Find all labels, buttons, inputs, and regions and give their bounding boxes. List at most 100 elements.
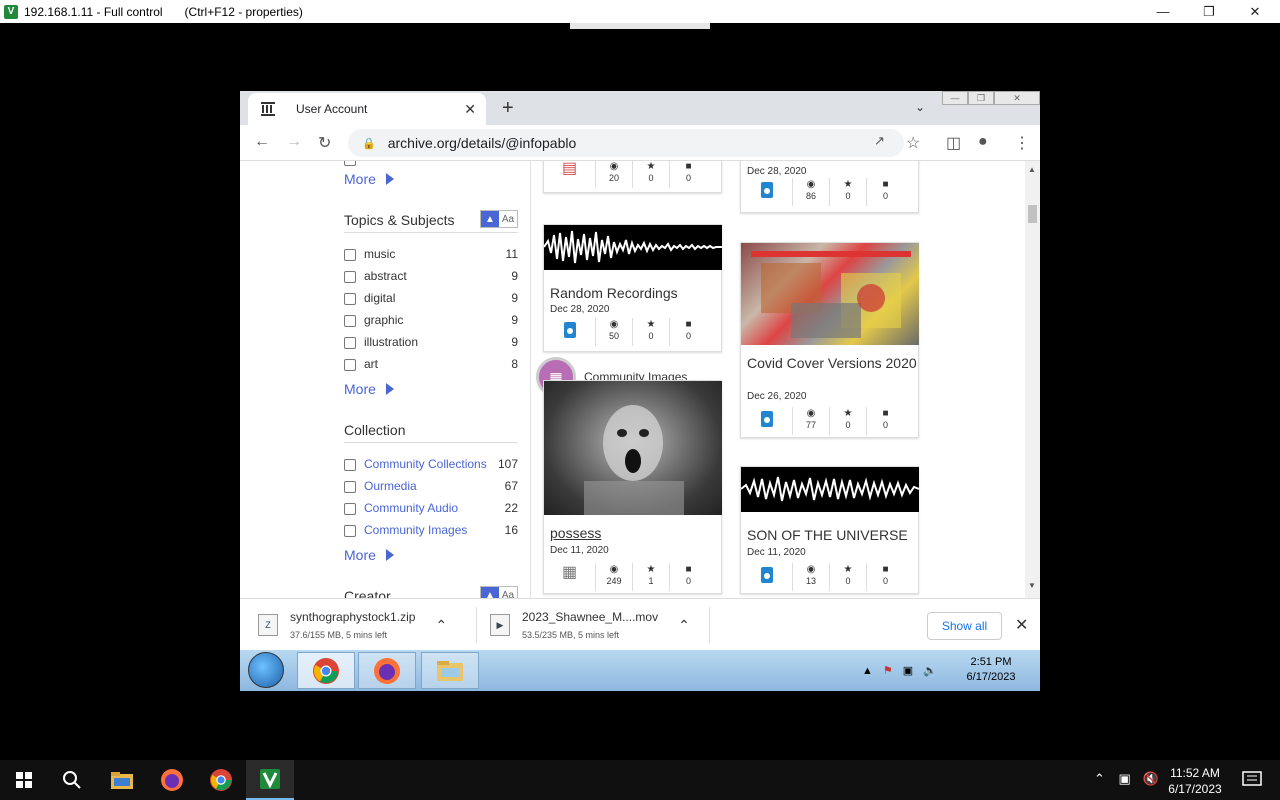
chart-icon[interactable]: ▲ (481, 211, 499, 227)
bookmark-star-icon[interactable]: ☆ (906, 133, 920, 153)
minimize-icon[interactable]: — (1140, 0, 1186, 23)
item-tile[interactable]: possess Dec 11, 2020 ▦ ◉ 249 ★ 1 ■ 0 (543, 380, 722, 594)
action-center-icon[interactable]: ⚑ (883, 664, 893, 677)
facet-checkbox[interactable] (344, 359, 356, 371)
facet-row-ourmedia[interactable]: Ourmedia 67 (344, 476, 518, 496)
host-clock[interactable]: 11:52 AM 6/17/2023 (1160, 765, 1230, 797)
item-tile[interactable]: SON OF THE UNIVERSE Dec 11, 2020 ◉ 13 ★ 0 … (740, 466, 919, 594)
chevron-up-icon[interactable]: ⌃ (435, 617, 447, 634)
side-panel-icon[interactable]: ◫ (946, 133, 961, 153)
start-orb-icon[interactable] (248, 652, 284, 688)
search-icon[interactable] (48, 760, 96, 800)
facet-row-art[interactable]: art 8 (344, 354, 518, 374)
tile-title[interactable]: SON OF THE UNIVERSE (747, 527, 908, 544)
facet-checkbox[interactable] (344, 161, 356, 166)
facet-checkbox[interactable] (344, 459, 356, 471)
tab-close-icon[interactable]: ✕ (464, 101, 476, 118)
volume-muted-icon[interactable]: 🔇 (1142, 771, 1158, 786)
inner-close-icon[interactable]: ✕ (994, 91, 1040, 105)
menu-kebab-icon[interactable]: ⋮ (1014, 133, 1030, 153)
facet-checkbox[interactable] (344, 525, 356, 537)
comments-count: 0 (882, 576, 888, 586)
facet-row-cut (344, 161, 518, 169)
inner-restore-icon[interactable]: ❐ (968, 91, 994, 105)
facet-checkbox[interactable] (344, 315, 356, 327)
facet-label[interactable]: Community Images (364, 523, 505, 537)
tray-arrow-icon[interactable]: ⌃ (1094, 771, 1105, 786)
chart-toggle[interactable]: ▲ Aa (480, 210, 518, 228)
show-all-button[interactable]: Show all (927, 612, 1002, 640)
facet-row-illustration[interactable]: illustration 9 (344, 332, 518, 352)
item-tile[interactable]: Covid Cover Versions 2020 Dec 26, 2020 ◉… (740, 242, 919, 438)
facet-label[interactable]: Community Audio (364, 501, 505, 515)
reload-icon[interactable]: ↻ (318, 133, 331, 153)
chrome-icon[interactable] (197, 760, 245, 800)
favs-count: 1 (648, 576, 654, 586)
file-explorer-icon[interactable] (98, 760, 146, 800)
chart-icon[interactable]: ▲ (481, 587, 499, 598)
facet-checkbox[interactable] (344, 249, 356, 261)
new-tab-icon[interactable]: + (502, 97, 514, 120)
scroll-down-icon[interactable]: ▼ (1028, 581, 1036, 590)
facet-checkbox[interactable] (344, 271, 356, 283)
scrollbar-thumb[interactable] (1028, 205, 1037, 223)
volume-icon[interactable]: 🔈 (923, 664, 937, 677)
facet-row-music[interactable]: music 11 (344, 244, 518, 264)
alpha-sort-icon[interactable]: Aa (499, 211, 517, 227)
facet-row-graphic[interactable]: graphic 9 (344, 310, 518, 330)
chart-toggle[interactable]: ▲ Aa (480, 586, 518, 598)
tile-title[interactable]: possess (550, 525, 601, 542)
firefox-icon[interactable] (148, 760, 196, 800)
windows-start-icon[interactable] (0, 760, 48, 800)
firefox-taskbar-icon[interactable] (358, 652, 416, 689)
facet-checkbox[interactable] (344, 293, 356, 305)
remote-clock[interactable]: 2:51 PM 6/17/2023 (956, 655, 1026, 685)
facet-label[interactable]: Community Collections (364, 457, 498, 471)
facet-row-community-images[interactable]: Community Images 16 (344, 520, 518, 540)
page-scrollbar[interactable]: ▲ ▼ (1025, 161, 1040, 598)
more-link[interactable]: More (344, 381, 394, 397)
remote-dropdown-tab[interactable] (570, 23, 710, 29)
screen: V 192.168.1.11 - Full control (Ctrl+F12 … (0, 0, 1280, 800)
close-icon[interactable]: ✕ (1232, 0, 1278, 23)
restore-icon[interactable]: ❐ (1186, 0, 1232, 23)
facet-label[interactable]: Ourmedia (364, 479, 505, 493)
facet-checkbox[interactable] (344, 503, 356, 515)
facet-row-community-collections[interactable]: Community Collections 107 (344, 454, 518, 474)
facet-row-abstract[interactable]: abstract 9 (344, 266, 518, 286)
facet-row-digital[interactable]: digital 9 (344, 288, 518, 308)
facet-row-community-audio[interactable]: Community Audio 22 (344, 498, 518, 518)
scroll-up-icon[interactable]: ▲ (1028, 165, 1036, 174)
explorer-taskbar-icon[interactable] (421, 652, 479, 689)
item-tile[interactable]: Random Recordings Dec 28, 2020 ◉ 50 ★ 0 ■ 0 (543, 224, 722, 352)
tile-date: Dec 11, 2020 (747, 547, 806, 558)
movie-icon: ▤ (561, 161, 578, 177)
tile-title[interactable]: Covid Cover Versions 2020 (747, 355, 917, 372)
browser-tab[interactable]: User Account ✕ (248, 93, 486, 125)
remote-viewer-icon[interactable] (246, 760, 294, 800)
share-icon[interactable]: ↗ (874, 133, 885, 149)
item-tile[interactable]: ▤ ◉ 20 ★ 0 ■ 0 (543, 161, 722, 193)
inner-minimize-icon[interactable]: — (942, 91, 968, 105)
chrome-taskbar-icon[interactable] (297, 652, 355, 689)
more-link[interactable]: More (344, 171, 394, 187)
alpha-sort-icon[interactable]: Aa (499, 587, 517, 598)
network-icon[interactable]: ▣ (1119, 771, 1131, 786)
facet-checkbox[interactable] (344, 481, 356, 493)
network-icon[interactable]: ▣ (903, 664, 913, 677)
forward-icon[interactable]: → (286, 133, 302, 151)
download-item[interactable]: ▶ 2023_Shawnee_M....mov 53.5/235 MB, 5 m… (490, 599, 690, 651)
download-item[interactable]: Z synthographystock1.zip 37.6/155 MB, 5 … (258, 599, 447, 651)
tab-search-chevron-icon[interactable]: ⌄ (915, 100, 925, 114)
tile-title[interactable]: Random Recordings (550, 285, 678, 302)
address-bar[interactable]: 🔒 archive.org/details/@infopablo (348, 129, 904, 157)
profile-icon[interactable]: ● (978, 133, 988, 151)
notifications-icon[interactable] (1228, 760, 1276, 800)
close-download-bar-icon[interactable]: ✕ (1015, 615, 1028, 635)
item-tile[interactable]: Dec 28, 2020 ◉ 86 ★ 0 ■ 0 (740, 161, 919, 213)
tray-arrow-icon[interactable]: ▲ (862, 665, 873, 677)
facet-checkbox[interactable] (344, 337, 356, 349)
back-icon[interactable]: ← (254, 133, 270, 151)
more-link[interactable]: More (344, 547, 394, 563)
chevron-up-icon[interactable]: ⌃ (678, 617, 690, 634)
